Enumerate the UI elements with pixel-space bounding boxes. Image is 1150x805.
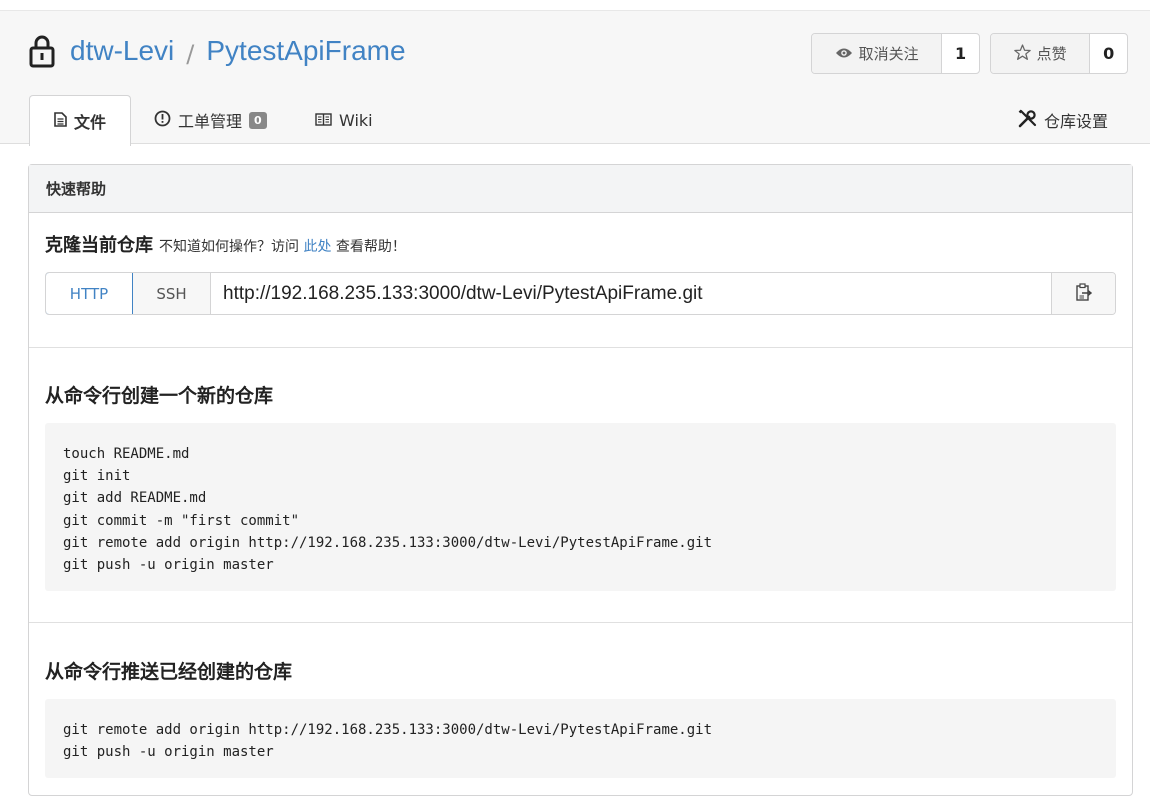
- repo-header: dtw-Levi / PytestApiFrame 取消关注 1 点赞 0 文件…: [0, 10, 1150, 146]
- push-existing-title: 从命令行推送已经创建的仓库: [45, 661, 293, 683]
- star-button-group: 点赞 0: [990, 33, 1128, 74]
- tab-settings-label: 仓库设置: [1043, 112, 1108, 131]
- clipboard-icon: [1075, 282, 1092, 305]
- http-protocol-button[interactable]: HTTP: [46, 273, 133, 314]
- issue-icon: [154, 110, 171, 131]
- path-separator: /: [186, 40, 195, 68]
- new-repo-title: 从命令行创建一个新的仓库: [45, 385, 274, 407]
- copy-url-button[interactable]: [1051, 273, 1115, 314]
- file-icon: [54, 111, 67, 131]
- eye-icon: [835, 45, 853, 63]
- star-label: 点赞: [1036, 45, 1067, 63]
- issues-count-badge: 0: [249, 111, 267, 129]
- tab-wiki-label: Wiki: [339, 110, 373, 130]
- lock-icon: [28, 34, 56, 68]
- book-icon: [315, 111, 332, 130]
- clone-heading-row: 克隆当前仓库 不知道如何操作？访问 此处 查看帮助！: [45, 231, 406, 257]
- help-prefix: 不知道如何操作？访问: [159, 239, 299, 255]
- tab-files[interactable]: 文件: [29, 95, 131, 146]
- clone-help-text: 不知道如何操作？访问 此处 查看帮助！: [159, 236, 406, 256]
- star-button[interactable]: 点赞: [991, 34, 1091, 73]
- unwatch-label: 取消关注: [858, 45, 919, 63]
- tools-icon: [1018, 109, 1037, 132]
- ssh-protocol-button[interactable]: SSH: [133, 273, 211, 314]
- quick-help-header: 快速帮助: [29, 165, 1132, 213]
- clone-title: 克隆当前仓库: [45, 235, 153, 256]
- tab-issues-label: 工单管理: [178, 112, 243, 131]
- unwatch-button[interactable]: 取消关注: [812, 34, 943, 73]
- help-suffix: 查看帮助！: [335, 239, 406, 255]
- tab-wiki[interactable]: Wiki: [315, 95, 373, 145]
- tab-files-label: 文件: [73, 113, 106, 132]
- quick-help-panel: 快速帮助 克隆当前仓库 不知道如何操作？访问 此处 查看帮助！ HTTP SSH…: [28, 164, 1133, 796]
- repo-owner-link[interactable]: dtw-Levi: [70, 35, 174, 67]
- repo-title: dtw-Levi / PytestApiFrame: [28, 31, 406, 71]
- section-divider: [29, 347, 1132, 348]
- watchers-count[interactable]: 1: [942, 34, 979, 73]
- star-icon: [1013, 43, 1031, 64]
- clone-url-input[interactable]: http://192.168.235.133:3000/dtw-Levi/Pyt…: [211, 273, 1051, 314]
- tab-settings[interactable]: 仓库设置: [1018, 95, 1108, 145]
- push-existing-code-block: git remote add origin http://192.168.235…: [45, 699, 1116, 778]
- repo-name-link[interactable]: PytestApiFrame: [206, 35, 405, 67]
- tab-issues[interactable]: 工单管理 0: [154, 95, 267, 145]
- watch-button-group: 取消关注 1: [811, 33, 980, 74]
- clone-url-bar: HTTP SSH http://192.168.235.133:3000/dtw…: [45, 272, 1116, 315]
- new-repo-code-block: touch README.md git init git add README.…: [45, 423, 1116, 591]
- help-link[interactable]: 此处: [303, 239, 331, 255]
- stars-count[interactable]: 0: [1090, 34, 1127, 73]
- section-divider: [29, 622, 1132, 623]
